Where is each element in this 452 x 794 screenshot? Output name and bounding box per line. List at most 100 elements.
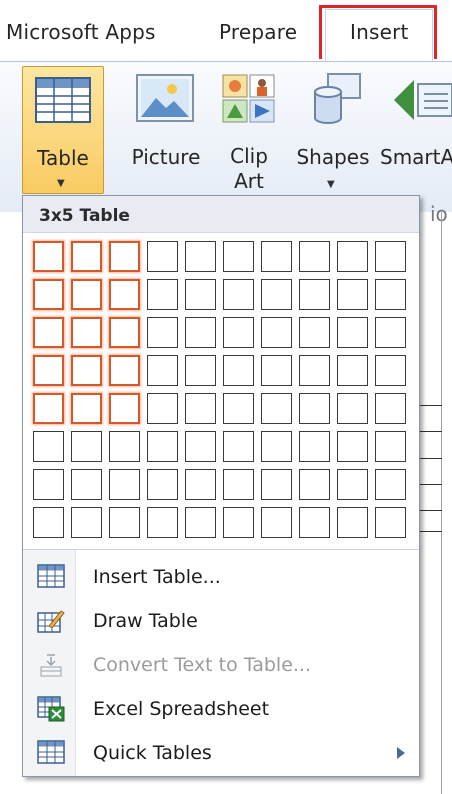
grid-cell[interactable] [223, 241, 254, 272]
grid-cell[interactable] [71, 431, 102, 462]
grid-cell[interactable] [299, 507, 330, 538]
document-table-line [420, 510, 442, 511]
grid-cell[interactable] [337, 393, 368, 424]
grid-cell[interactable] [261, 507, 292, 538]
grid-cell[interactable] [223, 355, 254, 386]
grid-cell-selected[interactable] [33, 355, 64, 386]
table-icon [35, 77, 91, 123]
grid-cell[interactable] [299, 241, 330, 272]
grid-cell-selected[interactable] [109, 317, 140, 348]
grid-cell[interactable] [375, 393, 406, 424]
grid-cell[interactable] [337, 507, 368, 538]
grid-cell[interactable] [375, 355, 406, 386]
grid-cell[interactable] [375, 507, 406, 538]
grid-cell[interactable] [337, 355, 368, 386]
grid-cell-selected[interactable] [109, 393, 140, 424]
shapes-button-label: Shapes [296, 145, 370, 169]
grid-cell[interactable] [375, 241, 406, 272]
document-table-line [420, 405, 442, 406]
grid-cell[interactable] [185, 355, 216, 386]
grid-cell[interactable] [147, 393, 178, 424]
grid-cell[interactable] [185, 317, 216, 348]
grid-cell[interactable] [147, 431, 178, 462]
table-button-label: Table [37, 146, 89, 170]
grid-cell[interactable] [299, 279, 330, 310]
grid-cell[interactable] [147, 507, 178, 538]
grid-cell[interactable] [223, 393, 254, 424]
grid-cell[interactable] [185, 393, 216, 424]
smartart-button[interactable]: SmartA [378, 66, 452, 186]
table-grid-picker[interactable] [33, 241, 413, 543]
grid-cell[interactable] [375, 279, 406, 310]
grid-cell-selected[interactable] [109, 241, 140, 272]
grid-cell[interactable] [337, 431, 368, 462]
smartart-button-label: SmartA [380, 145, 452, 169]
grid-cell-selected[interactable] [33, 279, 64, 310]
grid-cell[interactable] [109, 507, 140, 538]
grid-cell[interactable] [185, 431, 216, 462]
grid-cell-selected[interactable] [33, 241, 64, 272]
grid-cell[interactable] [185, 279, 216, 310]
grid-cell[interactable] [299, 469, 330, 500]
grid-cell[interactable] [261, 279, 292, 310]
grid-cell[interactable] [337, 469, 368, 500]
grid-cell[interactable] [147, 355, 178, 386]
picture-button[interactable]: Picture [128, 66, 204, 186]
grid-cell[interactable] [261, 469, 292, 500]
grid-cell[interactable] [375, 431, 406, 462]
grid-cell-selected[interactable] [71, 279, 102, 310]
grid-cell[interactable] [147, 469, 178, 500]
grid-cell[interactable] [299, 355, 330, 386]
grid-cell-selected[interactable] [71, 393, 102, 424]
grid-cell[interactable] [185, 469, 216, 500]
grid-cell[interactable] [223, 279, 254, 310]
grid-cell-selected[interactable] [33, 317, 64, 348]
draw-table-pencil-icon [37, 610, 65, 633]
grid-cell[interactable] [223, 507, 254, 538]
grid-cell[interactable] [261, 393, 292, 424]
grid-cell[interactable] [337, 317, 368, 348]
tab-microsoft-apps[interactable]: Microsoft Apps [6, 20, 156, 44]
grid-cell[interactable] [261, 355, 292, 386]
grid-cell[interactable] [299, 317, 330, 348]
grid-cell[interactable] [33, 469, 64, 500]
grid-cell[interactable] [299, 393, 330, 424]
grid-cell[interactable] [261, 241, 292, 272]
grid-cell[interactable] [147, 279, 178, 310]
grid-cell[interactable] [185, 507, 216, 538]
grid-cell[interactable] [33, 507, 64, 538]
tab-prepare[interactable]: Prepare [219, 20, 297, 44]
grid-cell[interactable] [147, 317, 178, 348]
grid-cell[interactable] [299, 431, 330, 462]
menu-item-excel-spreadsheet[interactable]: Excel Spreadsheet [23, 686, 419, 730]
grid-cell[interactable] [147, 241, 178, 272]
grid-cell[interactable] [223, 469, 254, 500]
grid-cell[interactable] [71, 469, 102, 500]
grid-cell[interactable] [261, 317, 292, 348]
table-button[interactable]: Table ▼ [22, 66, 104, 194]
menu-item-insert-table[interactable]: Insert Table... [23, 554, 419, 598]
grid-cell[interactable] [223, 317, 254, 348]
grid-cell[interactable] [337, 279, 368, 310]
menu-item-draw-table[interactable]: Draw Table [23, 598, 419, 642]
grid-cell-selected[interactable] [33, 393, 64, 424]
grid-cell[interactable] [71, 507, 102, 538]
grid-cell[interactable] [223, 431, 254, 462]
grid-cell[interactable] [261, 431, 292, 462]
grid-cell[interactable] [375, 469, 406, 500]
grid-cell-selected[interactable] [71, 241, 102, 272]
grid-cell[interactable] [109, 469, 140, 500]
grid-cell[interactable] [33, 431, 64, 462]
grid-cell[interactable] [375, 317, 406, 348]
grid-cell[interactable] [185, 241, 216, 272]
clip-art-button[interactable]: Clip Art [216, 66, 282, 196]
shapes-button[interactable]: Shapes ▼ [294, 66, 372, 196]
grid-cell-selected[interactable] [71, 355, 102, 386]
grid-cell-selected[interactable] [109, 279, 140, 310]
grid-cell[interactable] [109, 431, 140, 462]
shapes-icon [314, 73, 361, 124]
grid-cell[interactable] [337, 241, 368, 272]
menu-item-quick-tables[interactable]: Quick Tables [23, 730, 419, 774]
grid-cell-selected[interactable] [71, 317, 102, 348]
grid-cell-selected[interactable] [109, 355, 140, 386]
